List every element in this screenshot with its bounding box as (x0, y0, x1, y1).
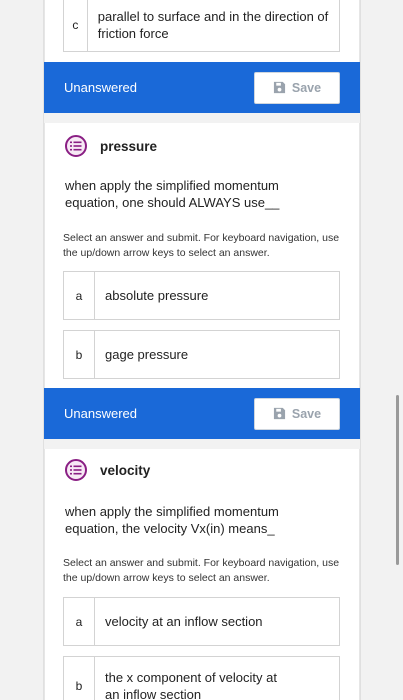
save-label: Save (291, 406, 322, 421)
answer-option-b[interactable]: b the x component of velocity at an infl… (63, 656, 340, 700)
answer-status: Unanswered (64, 80, 137, 95)
answer-option-a[interactable]: a absolute pressure (63, 271, 340, 320)
option-letter: c (64, 0, 88, 51)
option-letter: a (64, 272, 95, 319)
answer-option-b[interactable]: b gage pressure (63, 330, 340, 379)
option-text: gage pressure (105, 347, 189, 362)
option-text: absolute pressure (105, 288, 209, 303)
option-letter: b (64, 657, 95, 700)
floppy-disk-icon (273, 407, 286, 420)
question-header: pressure (65, 135, 157, 157)
question-list-icon (65, 459, 87, 481)
question-title: pressure (100, 138, 158, 154)
answer-status-bar: Unanswered Save (44, 62, 360, 113)
option-letter: b (64, 331, 95, 378)
save-button[interactable]: Save (254, 71, 340, 104)
question-prompt: when apply the simplified momentum equat… (65, 504, 279, 536)
option-text: the x component of velocity at an inflow… (105, 670, 277, 700)
question-prompt: when apply the simplified momentum equat… (65, 178, 280, 210)
floppy-disk-icon (273, 81, 286, 94)
answer-status: Unanswered (64, 406, 137, 421)
answer-option-c[interactable]: c parallel to surface and in the directi… (63, 0, 340, 52)
quiz-page: c parallel to surface and in the directi… (0, 0, 403, 700)
keyboard-hint: Select an answer and submit. For keyboar… (63, 557, 340, 584)
save-label: Save (291, 80, 322, 95)
option-text: velocity at an inflow section (105, 614, 263, 629)
scrollbar-thumb[interactable] (396, 395, 399, 565)
save-button[interactable]: Save (254, 397, 340, 430)
option-text: parallel to surface and in the direction… (97, 9, 329, 41)
question-list-icon (65, 135, 87, 157)
answer-option-a[interactable]: a velocity at an inflow section (63, 597, 340, 646)
question-title: velocity (100, 462, 151, 478)
content-rail-right (360, 0, 361, 700)
option-letter: a (64, 598, 95, 645)
keyboard-hint: Select an answer and submit. For keyboar… (63, 232, 340, 259)
question-header: velocity (65, 459, 150, 481)
answer-status-bar: Unanswered Save (44, 388, 360, 439)
